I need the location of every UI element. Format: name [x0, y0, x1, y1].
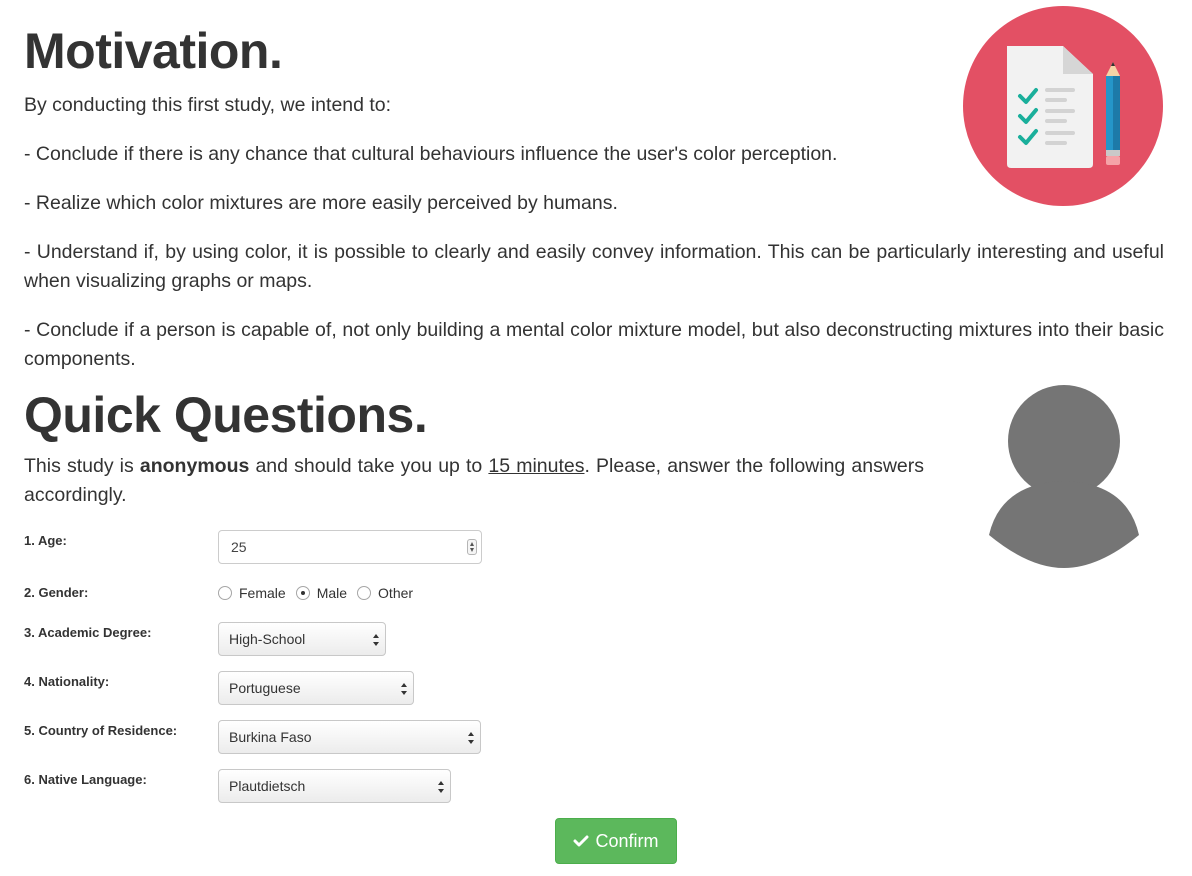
radio-other[interactable] — [357, 586, 372, 600]
gender-radio-group: Female Male Other — [218, 585, 423, 601]
age-label: 1. Age: — [24, 533, 67, 548]
intro-text: and should take you up to — [249, 455, 489, 477]
motivation-intro: By conducting this first study, we inten… — [24, 94, 392, 116]
degree-select[interactable]: High-School — [218, 622, 386, 656]
radio-label-female[interactable]: Female — [239, 585, 286, 601]
radio-label-other[interactable]: Other — [378, 585, 413, 601]
radio-label-male[interactable]: Male — [317, 585, 347, 601]
nationality-select[interactable]: Portuguese — [218, 671, 414, 705]
motivation-title: Motivation. — [24, 23, 283, 79]
questions-title: Quick Questions. — [24, 387, 428, 443]
motivation-item: - Understand if, by using color, it is p… — [24, 241, 1164, 292]
age-value: 25 — [231, 539, 247, 555]
radio-female[interactable] — [218, 586, 232, 600]
gender-label: 2. Gender: — [24, 585, 89, 600]
select-arrows-icon — [468, 732, 474, 744]
intro-text: This study is — [24, 455, 140, 477]
duration-emphasis: 15 minutes — [488, 455, 585, 477]
residence-value: Burkina Faso — [229, 729, 312, 745]
nationality-value: Portuguese — [229, 680, 301, 696]
language-select[interactable]: Plautdietsch — [218, 769, 451, 803]
language-label: 6. Native Language: — [24, 772, 147, 787]
language-value: Plautdietsch — [229, 778, 306, 794]
residence-select[interactable]: Burkina Faso — [218, 720, 481, 754]
residence-label: 5. Country of Residence: — [24, 723, 178, 738]
age-input[interactable]: 25 — [218, 530, 482, 564]
motivation-item: - Conclude if a person is capable of, no… — [24, 319, 1164, 370]
questions-intro: This study is anonymous and should take … — [24, 452, 924, 510]
confirm-label: Confirm — [595, 830, 659, 851]
nationality-label: 4. Nationality: — [24, 674, 110, 689]
anonymous-emphasis: anonymous — [139, 455, 250, 477]
user-avatar-icon — [989, 385, 1139, 568]
checklist-clipboard-icon — [963, 6, 1163, 206]
check-icon — [573, 835, 589, 847]
select-arrows-icon — [401, 683, 407, 695]
confirm-button[interactable]: Confirm — [555, 818, 677, 864]
degree-label: 3. Academic Degree: — [24, 625, 152, 640]
stepper-icon[interactable] — [467, 539, 477, 555]
radio-male[interactable] — [295, 586, 310, 600]
degree-value: High-School — [229, 631, 306, 647]
select-arrows-icon — [438, 781, 444, 793]
select-arrows-icon — [373, 634, 379, 646]
